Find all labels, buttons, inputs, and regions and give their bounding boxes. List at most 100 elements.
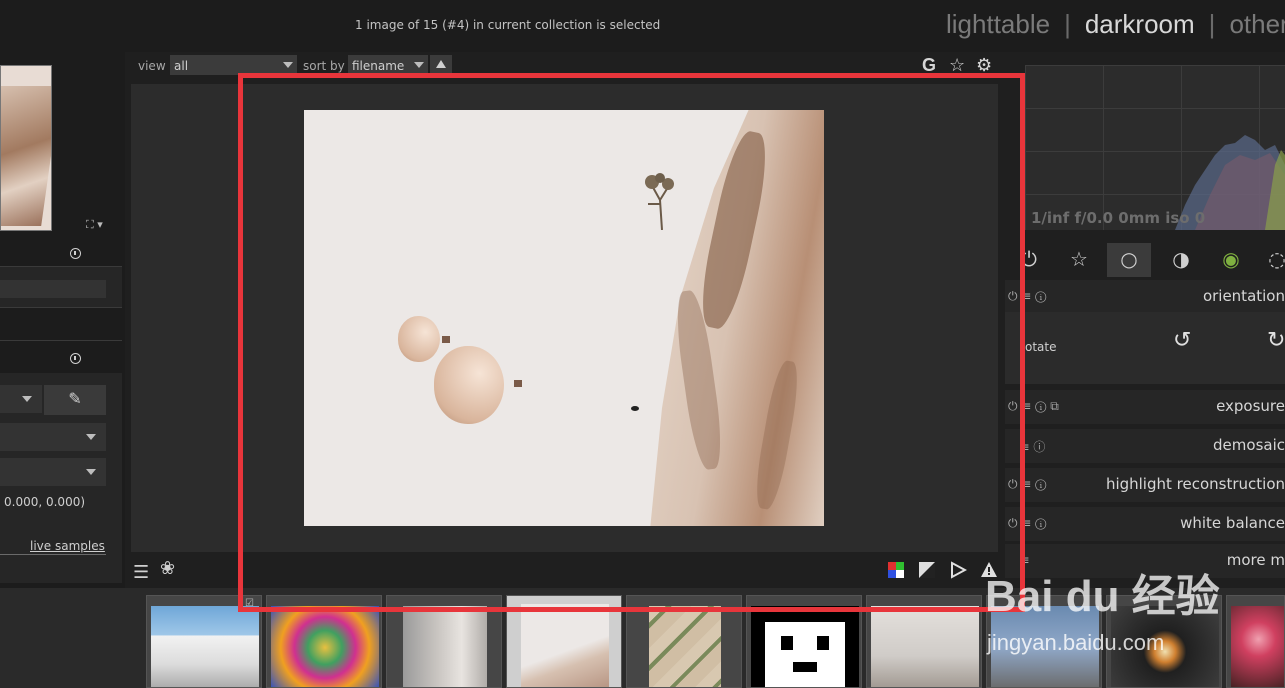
sort-label: sort by	[303, 59, 345, 73]
navigation-image	[1, 86, 51, 226]
star-icon[interactable]: ☆	[949, 55, 965, 76]
module-name: highlight reconstruction	[1105, 475, 1285, 493]
histogram[interactable]: 1/inf f/0.0 0mm iso 0	[1025, 65, 1285, 230]
top-bar: 1 image of 15 (#4) in current collection…	[0, 0, 1285, 52]
filmstrip-thumb-selected[interactable]	[506, 595, 622, 688]
chevron-down-icon	[86, 434, 96, 440]
gamut-warning-icon[interactable]	[980, 561, 998, 579]
color-picker-box: ✎ 0.000, 0.000) live samples	[0, 373, 122, 583]
view-darkroom[interactable]: darkroom	[1085, 9, 1195, 39]
module-white-balance[interactable]: ⏻ ≡ ⓘ white balance	[1005, 507, 1285, 541]
center-bottom-bar: ☰ ❀	[125, 555, 1025, 588]
basic-group-icon[interactable]: ○	[1107, 243, 1151, 277]
thumb-image	[271, 606, 379, 687]
sort-direction-button[interactable]	[430, 55, 452, 75]
rotate-left-icon[interactable]: ↺	[1173, 328, 1191, 353]
navigation-thumbnail[interactable]	[0, 65, 52, 231]
filmstrip-thumb[interactable]	[1106, 595, 1222, 688]
info-icon[interactable]	[70, 248, 81, 259]
module-orientation[interactable]: ⏻ ≡ ⓘ orientation	[1005, 280, 1285, 314]
filmstrip-thumb[interactable]	[1226, 595, 1285, 688]
snapshot-bar[interactable]	[0, 280, 106, 298]
view-switcher: lighttable | darkroom | other	[946, 9, 1285, 40]
module-controls[interactable]: ≡ ⓘ	[1008, 438, 1045, 455]
view-separator: |	[1064, 9, 1071, 39]
chevron-down-icon	[414, 62, 424, 68]
thumb-image	[1111, 606, 1219, 687]
hot-air-balloon-small	[398, 316, 440, 362]
filmstrip: ☑	[0, 588, 1285, 688]
rotate-right-icon[interactable]: ↻	[1267, 328, 1285, 353]
clipping-icon[interactable]	[918, 561, 936, 579]
star-icon[interactable]: ☑	[245, 598, 254, 609]
filmstrip-thumb[interactable]	[386, 595, 502, 688]
module-name: exposure	[1216, 397, 1285, 415]
module-controls[interactable]: ⏻ ≡ ⓘ	[1008, 477, 1046, 492]
orientation-body: otate ↺ ↻	[1005, 312, 1285, 384]
thumb-image	[751, 606, 859, 687]
chevron-down-icon	[283, 62, 293, 68]
filmstrip-thumb[interactable]	[986, 595, 1102, 688]
module-controls[interactable]: ≡	[1008, 553, 1029, 567]
module-controls[interactable]: ⏻ ≡ ⓘ ⧉	[1008, 399, 1059, 414]
filmstrip-thumb[interactable]	[266, 595, 382, 688]
thumb-image	[649, 606, 721, 687]
eyedropper-icon: ✎	[68, 389, 82, 408]
module-more[interactable]: ≡ more m	[1005, 544, 1285, 578]
balloon-basket	[514, 380, 522, 387]
rotate-label: otate	[1025, 340, 1057, 354]
thumb-image	[991, 606, 1099, 687]
filmstrip-thumb[interactable]: ☑	[146, 595, 262, 688]
module-exposure[interactable]: ⏻ ≡ ⓘ ⧉ exposure	[1005, 390, 1285, 424]
correct-group-icon[interactable]: ◌	[1255, 243, 1285, 277]
chevron-down-icon	[86, 469, 96, 475]
selection-status: 1 image of 15 (#4) in current collection…	[355, 18, 661, 32]
thumb-image	[871, 606, 979, 687]
module-controls[interactable]: ⏻ ≡ ⓘ	[1008, 516, 1046, 531]
picker-color-combo[interactable]	[0, 458, 106, 486]
picker-mode-combo[interactable]	[0, 385, 42, 413]
menu-icon[interactable]: ☰	[133, 562, 149, 583]
module-name: white balance	[1180, 514, 1285, 532]
exif-info: 1/inf f/0.0 0mm iso 0	[1031, 209, 1206, 227]
info-icon[interactable]	[70, 353, 81, 364]
softproof-icon[interactable]	[949, 561, 967, 579]
left-panel: ⛶ ▾ ✎ 0.000, 0.000) live samples	[0, 52, 125, 588]
grouping-icon[interactable]: G	[922, 55, 936, 76]
live-samples-label[interactable]: live samples	[30, 539, 105, 553]
tone-group-icon[interactable]: ◑	[1159, 243, 1203, 277]
view-filter-combo[interactable]: all	[170, 55, 297, 75]
module-name: demosaic	[1213, 436, 1285, 454]
main-photo[interactable]	[304, 110, 824, 526]
histogram-curve	[1175, 135, 1285, 230]
view-separator: |	[1208, 9, 1216, 39]
view-lighttable[interactable]: lighttable	[946, 9, 1050, 39]
balloon-basket	[442, 336, 450, 343]
hot-air-balloon-large	[434, 346, 504, 424]
eyedropper-button[interactable]: ✎	[44, 385, 106, 415]
filmstrip-thumb[interactable]	[626, 595, 742, 688]
sort-value: filename	[352, 59, 405, 73]
color-group-icon[interactable]: ◉	[1209, 243, 1253, 277]
styles-icon[interactable]: ❀	[160, 558, 175, 579]
module-demosaic[interactable]: ≡ ⓘ demosaic	[1005, 429, 1285, 463]
module-controls[interactable]: ⏻ ≡ ⓘ	[1008, 289, 1046, 304]
raw-overexposed-icon[interactable]	[887, 561, 905, 579]
expand-icon[interactable]: ⛶ ▾	[86, 218, 103, 232]
picker-type-combo[interactable]	[0, 423, 106, 451]
module-name: orientation	[1202, 287, 1285, 305]
view-filter-value: all	[174, 59, 189, 73]
sort-combo[interactable]: filename	[348, 55, 428, 75]
right-panel: 1/inf f/0.0 0mm iso 0 ⏻ ☆ ○ ◑ ◉ ◌ ⏻ ≡ ⓘ …	[1005, 52, 1285, 588]
filmstrip-thumb[interactable]	[866, 595, 982, 688]
view-filter-label: view	[138, 59, 166, 73]
favorites-icon[interactable]: ☆	[1057, 243, 1101, 277]
gear-icon[interactable]: ⚙	[976, 55, 992, 76]
module-highlight-reconstruction[interactable]: ⏻ ≡ ⓘ highlight reconstruction	[1005, 468, 1285, 502]
view-other[interactable]: other	[1229, 9, 1285, 39]
thumb-image	[521, 604, 609, 687]
power-icon[interactable]: ⏻	[1007, 243, 1051, 277]
chevron-down-icon	[22, 396, 32, 402]
filmstrip-thumb[interactable]	[746, 595, 862, 688]
divider	[0, 554, 106, 555]
